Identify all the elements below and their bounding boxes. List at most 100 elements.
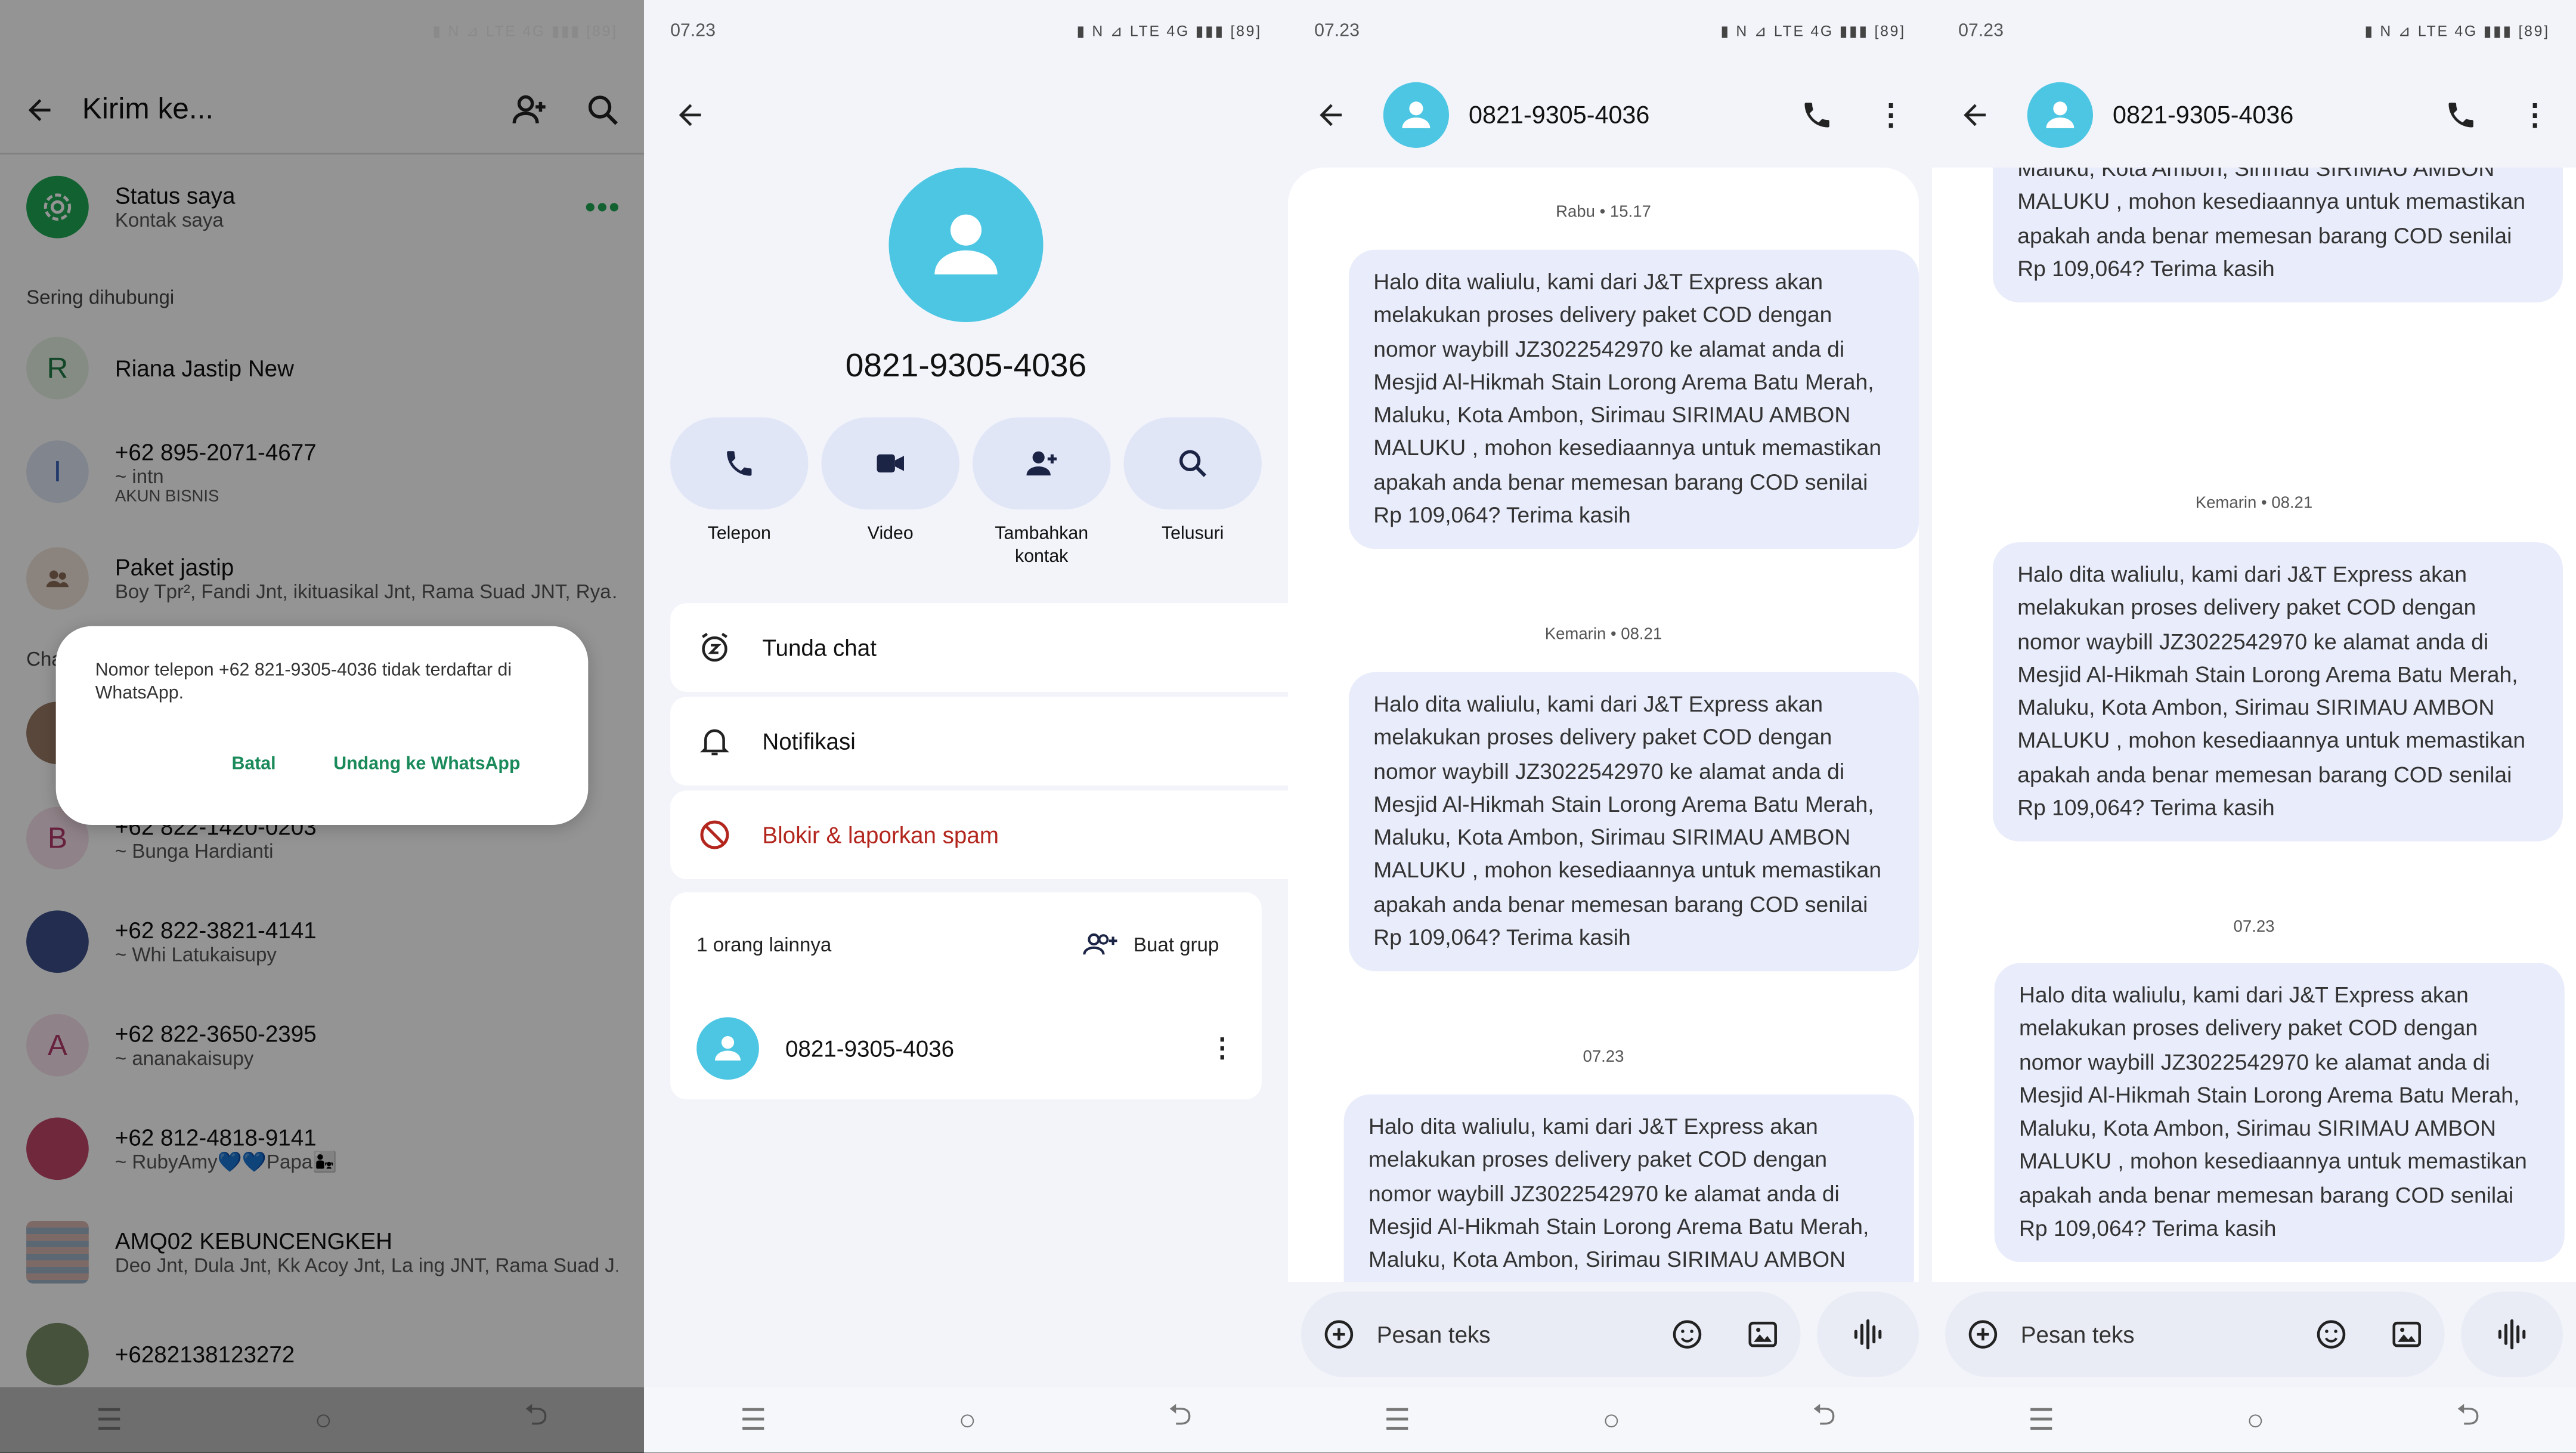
- create-group-button[interactable]: Buat grup: [1081, 929, 1219, 962]
- message-list[interactable]: Rabu • 15.17 Halo dita waliulu, kami dar…: [1287, 168, 1919, 1282]
- message-input[interactable]: Pesan teks: [2021, 1321, 2313, 1347]
- member-row[interactable]: 0821-9305-4036 ⋮: [696, 1016, 1239, 1081]
- date-stamp: 07.23: [1583, 1048, 1624, 1067]
- gallery-icon[interactable]: [2389, 1316, 2425, 1353]
- emoji-icon[interactable]: [1669, 1316, 1705, 1353]
- status-bar: 07.23 ▮ N ⊿ LTE 4G ▮▮▮ [89]: [1932, 0, 2576, 63]
- add-contact-button[interactable]: [973, 417, 1111, 510]
- system-nav-bar: ☰ ○ ⮌: [1287, 1387, 1932, 1453]
- add-contact-label: Tambahkan kontak: [995, 524, 1089, 567]
- member-more-icon[interactable]: ⋮: [1209, 1032, 1236, 1065]
- system-nav-bar: ☰ ○ ⮌: [1931, 1387, 2576, 1453]
- more-vert-icon[interactable]: ⋮: [1876, 98, 1906, 132]
- status-bar: 07.23 ▮ N ⊿ LTE 4G ▮▮▮ [89]: [644, 0, 1288, 63]
- member-avatar: [696, 1017, 759, 1080]
- date-stamp: 07.23: [2233, 919, 2275, 937]
- voice-record-button[interactable]: [2461, 1291, 2563, 1377]
- call-action[interactable]: Telepon: [670, 417, 809, 546]
- chat-title: 0821-9305-4036: [1469, 101, 1650, 129]
- chat-title: 0821-9305-4036: [2113, 101, 2294, 129]
- search-label: Telusuri: [1161, 524, 1224, 544]
- call-button[interactable]: [670, 417, 809, 510]
- contact-number: 0821-9305-4036: [845, 348, 1087, 385]
- add-contact-action[interactable]: Tambahkan kontak: [973, 417, 1111, 568]
- video-action[interactable]: Video: [821, 417, 959, 546]
- gallery-icon[interactable]: [1745, 1316, 1781, 1353]
- snooze-chat-item[interactable]: Tunda chat: [670, 603, 1288, 692]
- video-button[interactable]: [821, 417, 959, 510]
- status-icons: ▮ N ⊿ LTE 4G ▮▮▮ [89]: [2364, 22, 2550, 39]
- block-report-label: Blokir & laporkan spam: [762, 821, 999, 848]
- contact-details-screen: 07.23 ▮ N ⊿ LTE 4G ▮▮▮ [89] 0821-9305-40…: [643, 0, 1288, 1453]
- snooze-chat-label: Tunda chat: [762, 634, 877, 661]
- invite-whatsapp-button[interactable]: Undang ke WhatsApp: [333, 755, 520, 774]
- block-report-item[interactable]: Blokir & laporkan spam: [670, 790, 1288, 879]
- home-icon[interactable]: ○: [1602, 1402, 1620, 1437]
- back-arrow-icon[interactable]: [674, 98, 707, 131]
- emoji-icon[interactable]: [2313, 1316, 2349, 1353]
- add-attachment-icon[interactable]: [1965, 1316, 2001, 1353]
- others-count: 1 orang lainnya: [696, 933, 832, 957]
- cancel-button[interactable]: Batal: [231, 755, 275, 774]
- chat-header: 0821-9305-4036 ⋮: [1932, 66, 2576, 164]
- system-nav-bar: ☰ ○ ⮌: [0, 1387, 644, 1453]
- home-icon[interactable]: ○: [314, 1402, 332, 1437]
- video-label: Video: [867, 524, 914, 544]
- group-add-icon: [1081, 929, 1120, 962]
- back-nav-icon[interactable]: ⮌: [2456, 1395, 2480, 1445]
- recents-icon[interactable]: ☰: [740, 1402, 766, 1437]
- back-arrow-icon[interactable]: [1314, 98, 1347, 131]
- message-input[interactable]: Pesan teks: [1377, 1321, 1669, 1347]
- message-bubble[interactable]: Halo dita waliulu, kami dari J&T Express…: [1348, 672, 1919, 972]
- status-icons: ▮ N ⊿ LTE 4G ▮▮▮ [89]: [1076, 22, 1262, 39]
- add-attachment-icon[interactable]: [1321, 1316, 1357, 1353]
- message-list[interactable]: Halo dita waliulu, kami dari J&T Express…: [1931, 168, 2576, 1282]
- bell-icon: [696, 723, 733, 759]
- date-stamp: Kemarin • 08.21: [2195, 494, 2313, 513]
- status-bar: 07.23 ▮ N ⊿ LTE 4G ▮▮▮ [89]: [1288, 0, 1932, 63]
- notifications-item[interactable]: Notifikasi: [670, 697, 1288, 786]
- home-icon[interactable]: ○: [2246, 1402, 2264, 1437]
- dialog-message: Nomor telepon +62 821-9305-4036 tidak te…: [95, 660, 512, 704]
- sms-chat-screen: 07.23 ▮ N ⊿ LTE 4G ▮▮▮ [89] 0821-9305-40…: [1287, 0, 1932, 1453]
- back-arrow-icon[interactable]: [1958, 98, 1991, 131]
- system-nav-bar: ☰ ○ ⮌: [643, 1387, 1288, 1453]
- composer: Pesan teks: [1301, 1291, 1801, 1377]
- message-bubble[interactable]: Halo dita waliulu, kami dari J&T Express…: [1994, 963, 2565, 1263]
- recents-icon[interactable]: ☰: [96, 1402, 122, 1437]
- voice-record-button[interactable]: [1817, 1291, 1919, 1377]
- status-time: 07.23: [670, 21, 716, 41]
- recents-icon[interactable]: ☰: [2028, 1402, 2054, 1437]
- contact-avatar-large: [888, 168, 1044, 322]
- more-vert-icon[interactable]: ⋮: [2520, 98, 2550, 132]
- date-stamp: Kemarin • 08.21: [1544, 626, 1662, 644]
- create-group-label: Buat grup: [1133, 933, 1219, 957]
- status-icons: ▮ N ⊿ LTE 4G ▮▮▮ [89]: [1720, 22, 1906, 39]
- message-bubble[interactable]: Halo dita waliulu, kami dari J&T Express…: [1343, 1094, 1914, 1282]
- recents-icon[interactable]: ☰: [1384, 1402, 1410, 1437]
- block-icon: [696, 817, 733, 853]
- home-icon[interactable]: ○: [958, 1402, 976, 1437]
- phone-icon[interactable]: [2445, 98, 2478, 131]
- phone-icon[interactable]: [1801, 98, 1834, 131]
- back-nav-icon[interactable]: ⮌: [1168, 1395, 1192, 1445]
- back-nav-icon[interactable]: ⮌: [1812, 1395, 1836, 1445]
- members-card: 1 orang lainnya Buat grup 0821-9305-4036…: [670, 892, 1262, 1100]
- chat-avatar[interactable]: [2027, 82, 2093, 148]
- message-bubble[interactable]: Halo dita waliulu, kami dari J&T Express…: [1992, 542, 2563, 842]
- call-label: Telepon: [707, 524, 771, 544]
- chat-avatar[interactable]: [1383, 82, 1449, 148]
- message-bubble[interactable]: Halo dita waliulu, kami dari J&T Express…: [1348, 249, 1919, 550]
- status-time: 07.23: [1958, 21, 2004, 41]
- action-row: Telepon Video Tambahkan kontak Telusuri: [670, 417, 1262, 582]
- notifications-label: Notifikasi: [762, 728, 856, 755]
- whatsapp-forward-screen: 07.23 ▮ N ⊿ LTE 4G ▮▮▮ [89] Kirim ke... …: [0, 0, 644, 1453]
- sms-chat-screen-scrolled: 07.23 ▮ N ⊿ LTE 4G ▮▮▮ [89] 0821-9305-40…: [1931, 0, 2576, 1453]
- search-button[interactable]: [1123, 417, 1262, 510]
- search-action[interactable]: Telusuri: [1123, 417, 1262, 546]
- audio-wave-icon: [1850, 1316, 1886, 1353]
- back-nav-icon[interactable]: ⮌: [524, 1395, 548, 1445]
- message-bubble[interactable]: Halo dita waliulu, kami dari J&T Express…: [1992, 168, 2563, 303]
- alarm-snooze-icon: [696, 629, 733, 666]
- composer: Pesan teks: [1945, 1291, 2445, 1377]
